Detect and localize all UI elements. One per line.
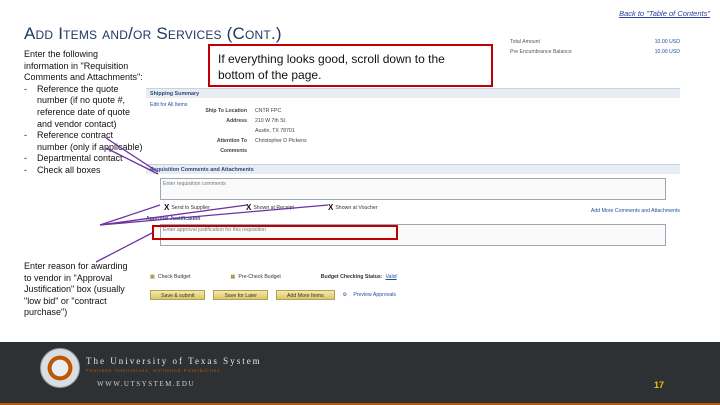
institution-tagline: Fourteen Institutions. Unlimited Possibi… [86, 368, 223, 373]
ship-to-label: Ship To Location [205, 108, 247, 114]
shipping-details: Ship To Location CNTR FPC Address 210 W 7t… [200, 108, 400, 158]
preview-approvals-link[interactable]: Preview Approvals [353, 292, 396, 298]
comments-label: Comments [220, 148, 247, 154]
address-label-blank [200, 128, 255, 134]
edit-all-items-link[interactable]: Edit for All Items [150, 102, 187, 108]
address-line-2: Austin, TX 78701 [255, 128, 295, 134]
address-label: Address [226, 118, 247, 124]
add-comments-link[interactable]: Add More Comments and Attachments [591, 208, 680, 214]
list-item: Departmental contact [24, 153, 144, 165]
list-item: Check all boxes [24, 165, 144, 177]
approval-justification-highlight [152, 225, 398, 240]
checkbox-mark: X [328, 203, 334, 212]
precheck-budget-icon[interactable]: ▦ [231, 274, 236, 280]
approval-reason-note: Enter reason for awarding to vendor in "… [24, 261, 128, 318]
checkbox-label: Shown at Receipt [253, 205, 295, 211]
institution-name: The University of Texas System [86, 356, 262, 366]
checkbox-label: Send to Supplier [171, 205, 210, 211]
scroll-down-callout: If everything looks good, scroll down to… [208, 44, 493, 87]
ut-seal-icon [40, 348, 80, 388]
requisition-comments-input[interactable]: Enter requisition comments [160, 178, 666, 200]
footer-banner: The University of Texas System Fourteen … [0, 342, 720, 405]
precheck-budget-link[interactable]: Pre-Check Budget [238, 274, 280, 280]
list-item: Reference the quote number (if no quote … [24, 84, 144, 130]
instructions-intro: Enter the following information in "Requ… [24, 49, 143, 83]
save-submit-button[interactable]: Save & submit [150, 290, 206, 300]
shown-at-receipt-checkbox[interactable]: X Shown at Receipt [246, 204, 294, 212]
instructions-list: Reference the quote number (if no quote … [24, 84, 144, 177]
list-item: Reference contract number (only if appli… [24, 130, 144, 153]
action-button-bar: Save & submit Save for Later Add More It… [150, 290, 396, 300]
checkbox-mark: X [164, 203, 170, 212]
check-budget-link[interactable]: Check Budget [158, 274, 191, 280]
add-more-items-button[interactable]: Add More Items [276, 290, 335, 300]
approval-justification-label: Approval Justification [146, 216, 201, 222]
total-amount-label: Total Amount [510, 39, 540, 45]
check-budget-icon[interactable]: ▦ [150, 274, 155, 280]
preview-approvals-icon[interactable]: ⚙ [343, 292, 348, 298]
send-to-supplier-checkbox[interactable]: X Send to Supplier [164, 204, 210, 212]
arrow-to-approval-box [95, 232, 153, 263]
attention-label: Attention To [216, 138, 247, 144]
pre-encumbrance-value: 10.00 USD [654, 49, 680, 55]
save-for-later-button[interactable]: Save for Later [213, 290, 269, 300]
budget-row: ▦ Check Budget ▦ Pre-Check Budget Budget… [150, 274, 570, 280]
shipping-summary-header[interactable]: Shipping Summary [146, 88, 680, 98]
requisition-comments-header[interactable]: Requisition Comments and Attachments [146, 164, 680, 174]
budget-status-label: Budget Checking Status: [320, 274, 383, 280]
address-line-1: 210 W 7th St. [255, 118, 287, 124]
institution-url[interactable]: WWW.UTSYSTEM.EDU [97, 380, 195, 388]
page-number: 17 [653, 380, 664, 390]
ship-to-value: CNTR FPC [255, 108, 282, 114]
total-amount-value: 10.00 USD [654, 39, 680, 45]
checkbox-mark: X [246, 203, 252, 212]
instructions-text: Enter the following information in "Requ… [24, 49, 144, 177]
back-to-contents-link[interactable]: Back to "Table of Contents" [619, 9, 710, 18]
attention-value: Christopher D Pickens [255, 138, 307, 144]
budget-status-value[interactable]: Valid [385, 274, 396, 280]
pre-encumbrance-label: Pre Encumbrance Balance [510, 49, 572, 55]
shown-at-voucher-checkbox[interactable]: X Shown at Voucher [328, 204, 377, 212]
totals-panel: Total Amount 10.00 USD Pre Encumbrance B… [510, 39, 680, 59]
checkbox-label: Shown at Voucher [335, 205, 378, 211]
